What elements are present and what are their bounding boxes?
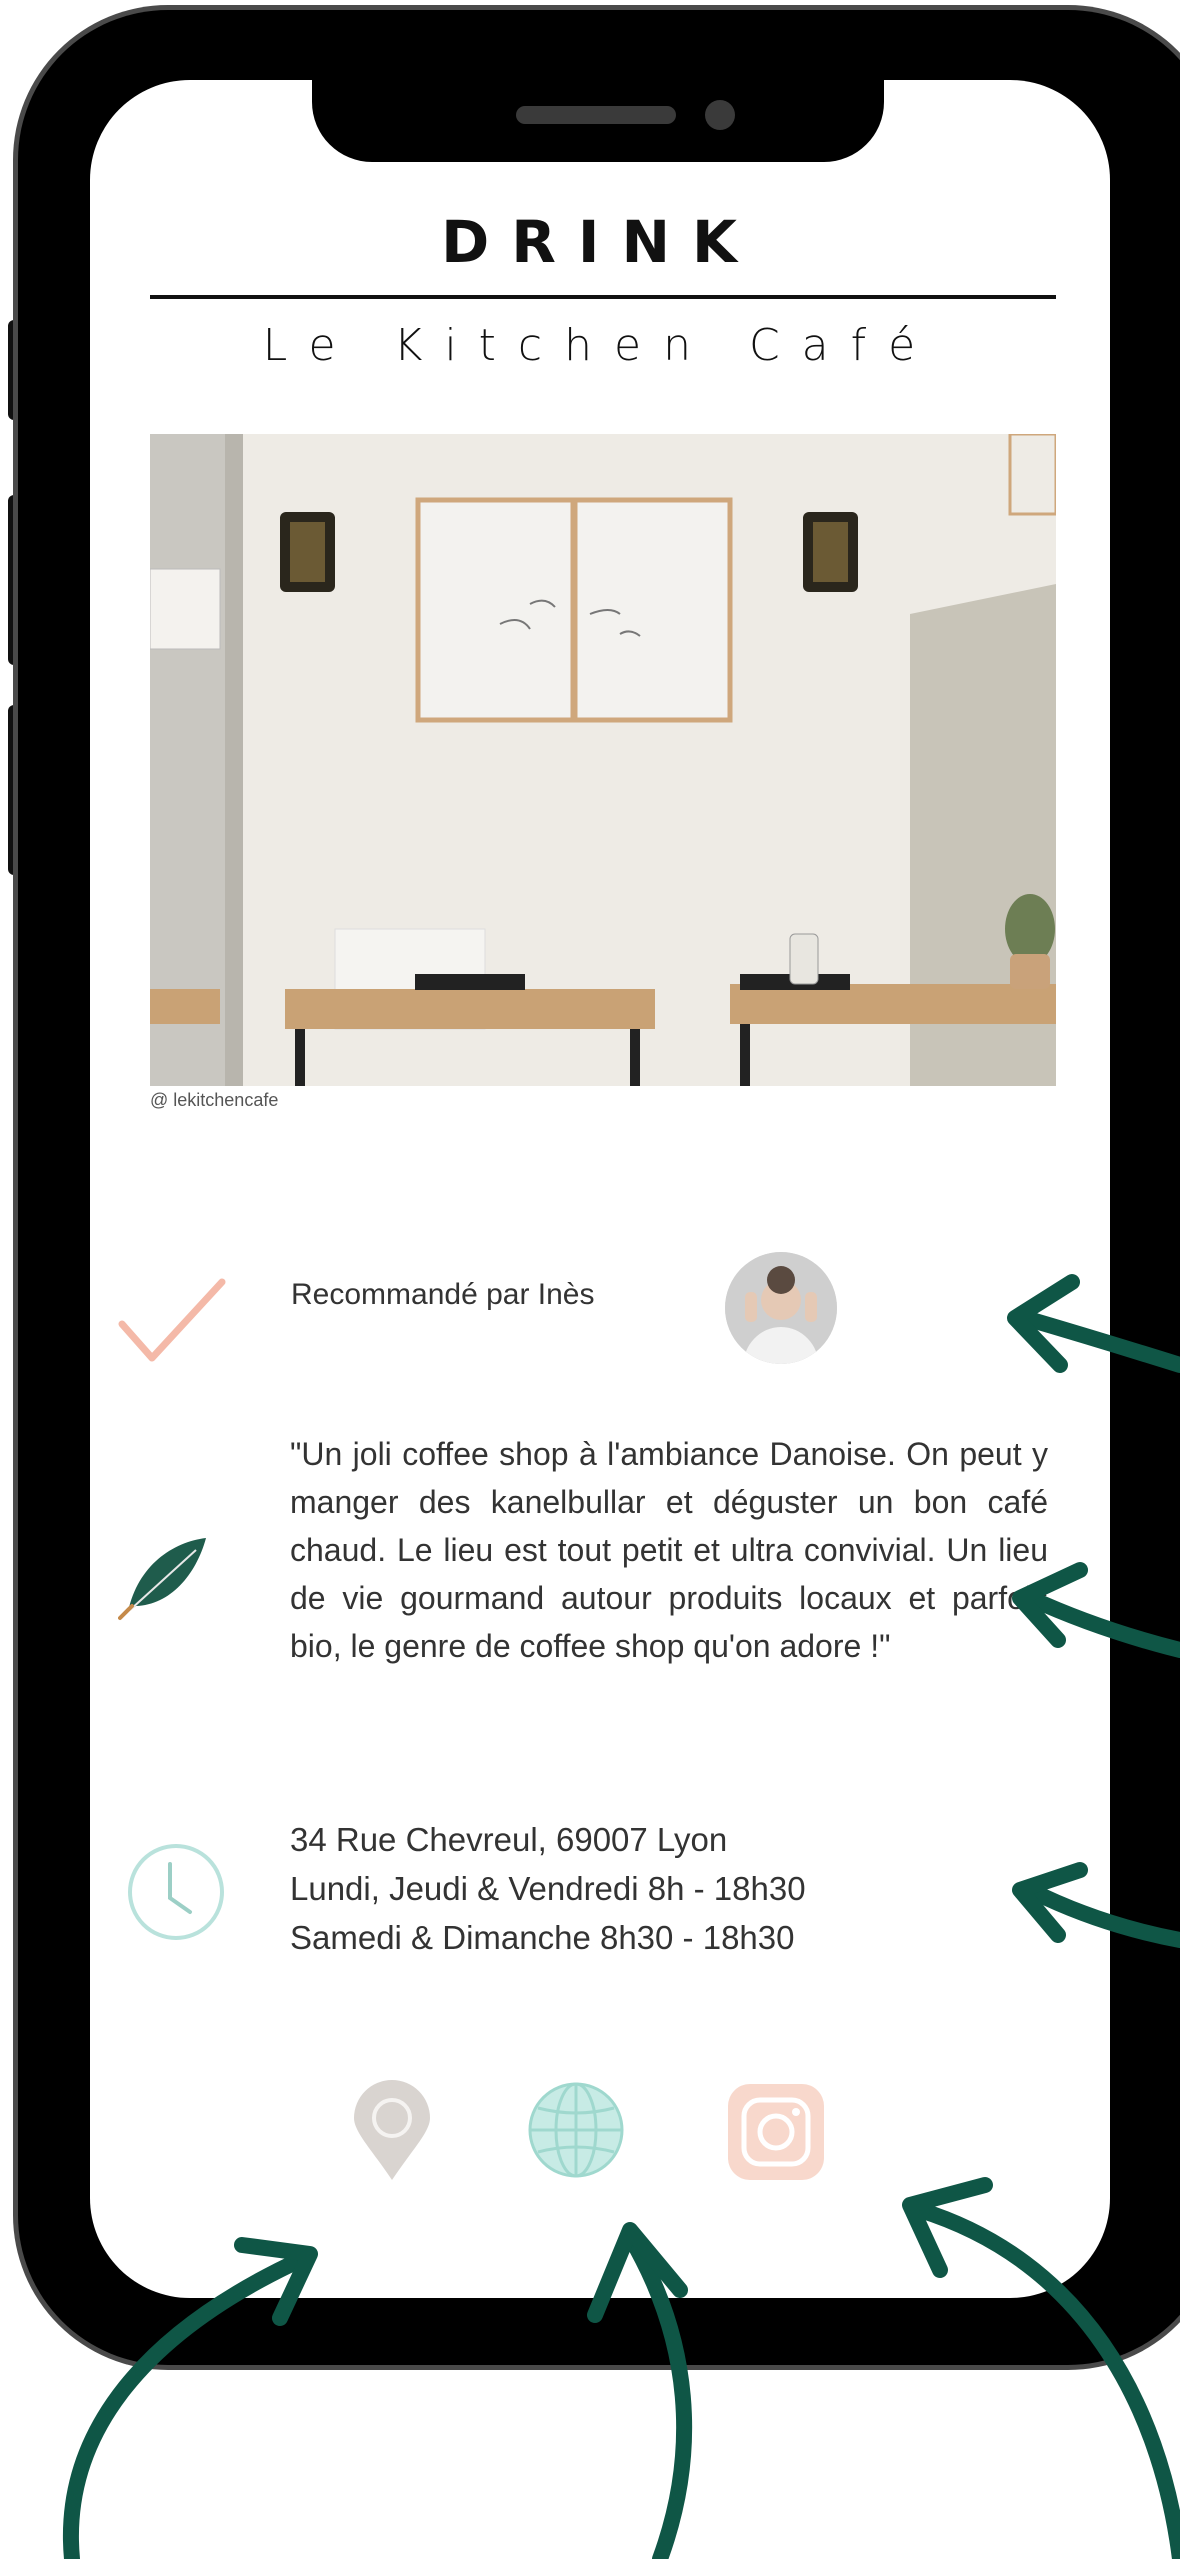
recommended-by-text: Recommandé par Inès [291,1278,595,1311]
recommender-avatar[interactable] [725,1252,837,1364]
cafe-photo [150,434,1056,1086]
page-title: DRINK [441,208,759,276]
speaker [516,106,676,124]
checkmark-icon [118,1276,228,1370]
cafe-info: 34 Rue Chevreul, 69007 Lyon Lundi, Jeudi… [290,1815,806,1962]
map-pin-icon[interactable] [352,2080,432,2186]
page-subtitle: Le Kitchen Café [262,320,938,371]
clock-icon [124,1840,228,1948]
front-camera [705,100,735,130]
cafe-interior-illustration [150,434,1056,1086]
review-text: "Un joli coffee shop à l'ambiance Danois… [290,1436,1048,1664]
title-divider [150,295,1056,299]
address-text: 34 Rue Chevreul, 69007 Lyon [290,1821,728,1858]
weekday-hours-text: Lundi, Jeudi & Vendredi 8h - 18h30 [290,1870,806,1907]
leaf-icon [118,1530,210,1626]
phone-screen: DRINK Le Kitchen Café @ lekitchencafe Re… [90,80,1110,2298]
notch [312,80,884,162]
photo-credit: @ lekitchencafe [150,1090,279,1110]
weekend-hours-text: Samedi & Dimanche 8h30 - 18h30 [290,1919,795,1956]
instagram-icon[interactable] [726,2082,826,2186]
globe-icon[interactable] [526,2080,626,2184]
